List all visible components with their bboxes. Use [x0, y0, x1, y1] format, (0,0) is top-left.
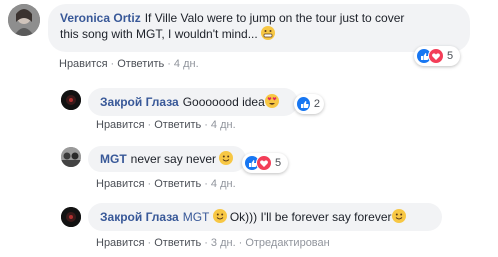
reactions-summary[interactable]: 5 [414, 46, 460, 66]
comment-text: this song with MGT, I wouldn't mind... [60, 27, 258, 41]
mention-link[interactable]: MGT [183, 210, 209, 224]
comment-author[interactable]: MGT [100, 152, 127, 166]
like-icon [296, 96, 311, 112]
reactions-summary[interactable]: 2 [294, 94, 324, 114]
comment-text: Gooooood idea [182, 95, 265, 109]
avatar[interactable] [61, 207, 81, 227]
timestamp[interactable]: 4 дн. [174, 58, 199, 70]
comment-actions: Нравится · Ответить · 4 дн. [96, 119, 236, 131]
comment-author[interactable]: Закрой Глаза [100, 95, 179, 109]
comment-author[interactable]: Закрой Глаза [100, 210, 179, 224]
avatar-photo [61, 147, 81, 167]
comment-bubble: Veronica Ortiz If Ville Valo were to jump… [48, 4, 470, 52]
like-link[interactable]: Нравится [96, 237, 145, 249]
comment-bubble: MGT never say never [88, 146, 246, 172]
love-icon [256, 155, 272, 171]
timestamp[interactable]: 3 дн. [211, 237, 236, 249]
avatar[interactable] [61, 90, 81, 110]
reaction-count: 2 [313, 98, 320, 110]
reply-link[interactable]: Ответить [154, 237, 201, 249]
timestamp[interactable]: 4 дн. [211, 178, 236, 190]
reaction-count: 5 [275, 157, 282, 169]
comment-text: never say never [130, 152, 217, 166]
smile-emoji-icon [391, 209, 406, 223]
avatar-photo [61, 90, 81, 110]
smile-emoji-icon [219, 151, 234, 165]
reply-link[interactable]: Ответить [117, 58, 164, 70]
reply-link[interactable]: Ответить [154, 119, 201, 131]
edited-label[interactable]: Отредактирован [245, 237, 329, 249]
avatar-photo [8, 4, 40, 36]
comment-text: If Ville Valo were to jump on the tour j… [144, 11, 405, 25]
comment-actions: Нравится · Ответить · 3 дн. · Отредактирован [96, 237, 330, 249]
avatar-photo [61, 207, 81, 227]
reactions-summary[interactable]: 5 [242, 153, 288, 173]
comment-actions: Нравится · Ответить · 4 дн. [59, 58, 199, 70]
avatar[interactable] [8, 4, 40, 36]
comment-bubble: Закрой Глаза Gooooood idea [88, 88, 298, 116]
comment-author[interactable]: Veronica Ortiz [60, 11, 141, 25]
reaction-count: 5 [447, 50, 454, 62]
reply-link[interactable]: Ответить [154, 178, 201, 190]
avatar[interactable] [61, 147, 81, 167]
love-icon [428, 48, 444, 64]
timestamp[interactable]: 4 дн. [211, 119, 236, 131]
smile-emoji-icon [212, 209, 227, 223]
like-link[interactable]: Нравится [59, 58, 108, 70]
comment-bubble: Закрой Глаза MGT Ok))) I'll be forever sa… [88, 203, 442, 231]
comment-text: Ok))) I'll be forever say forever [229, 210, 392, 224]
like-link[interactable]: Нравится [96, 119, 145, 131]
like-link[interactable]: Нравится [96, 178, 145, 190]
comment-actions: Нравится · Ответить · 4 дн. [96, 178, 236, 190]
grimace-emoji-icon [261, 26, 276, 40]
heart-eyes-emoji-icon [264, 94, 279, 108]
